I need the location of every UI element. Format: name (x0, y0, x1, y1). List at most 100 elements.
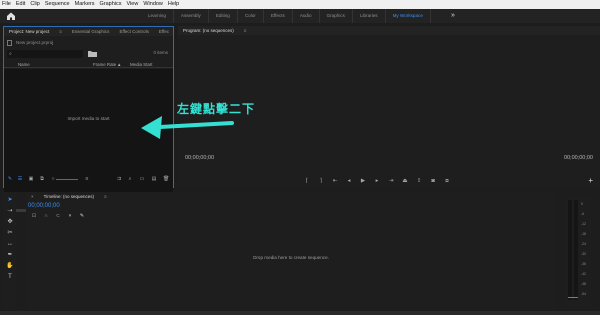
find-icon[interactable]: ⌕ (127, 177, 133, 182)
workspace-tab-my-workspace[interactable]: My Workspace (386, 9, 431, 23)
meter-tick: 0 (581, 202, 583, 206)
pencil-icon[interactable]: ✎ (7, 177, 13, 182)
mark-out-icon[interactable]: ⌉ (314, 177, 328, 185)
go-to-in-icon[interactable]: ⇤ (328, 177, 342, 185)
automate-to-sequence-icon[interactable]: ⇉ (116, 177, 122, 182)
program-monitor-tabs: Program: (no sequences) ≡ (178, 26, 600, 35)
workspace-tab-editing[interactable]: Editing (209, 9, 238, 23)
razor-tool-icon[interactable]: ✂ (6, 229, 14, 237)
workspace-bar: Learning Assembly Editing Color Effects … (0, 9, 600, 23)
status-bar (0, 311, 600, 315)
export-frame-icon[interactable]: ◙ (426, 177, 440, 185)
tab-project[interactable]: Project: New project (4, 29, 54, 34)
menu-view[interactable]: View (127, 0, 139, 9)
sort-ascending-icon[interactable]: ▲ (117, 61, 121, 68)
project-panel-tabs: Project: New project ≡ Essential Graphic… (4, 27, 182, 36)
trash-icon[interactable]: 🗑 (163, 177, 169, 182)
column-headers: Name Frame Rate ▲ Media Start (4, 61, 173, 68)
panel-menu-icon[interactable]: ≡ (99, 194, 112, 199)
mark-in-icon[interactable]: ⌈ (300, 177, 314, 185)
tab-effects[interactable]: Effec (154, 29, 174, 34)
type-tool-icon[interactable]: T (6, 273, 14, 281)
sort-icon[interactable]: ≡ (84, 177, 90, 182)
linked-selection-icon[interactable]: ⊂ (52, 213, 64, 219)
menu-file[interactable]: File (2, 0, 11, 9)
menu-markers[interactable]: Markers (75, 0, 95, 9)
menu-window[interactable]: Window (143, 0, 163, 9)
icon-view-icon[interactable]: ▣ (28, 177, 34, 182)
workspace-tab-assembly[interactable]: Assembly (174, 9, 209, 23)
double-chevron-right-icon[interactable]: » (448, 11, 458, 21)
freeform-view-icon[interactable]: ⧉ (39, 177, 45, 182)
search-icon: ⌕ (9, 51, 12, 57)
menu-clip[interactable]: Clip (30, 0, 39, 9)
timeline-title[interactable]: Timeline: (no sequences) (39, 194, 99, 199)
column-frame-rate[interactable]: Frame Rate (93, 61, 116, 68)
tab-effect-controls[interactable]: Effect Controls (114, 29, 153, 34)
workspace-tab-color[interactable]: Color (238, 9, 264, 23)
meter-left-channel (568, 200, 572, 300)
go-to-out-icon[interactable]: ⇥ (384, 177, 398, 185)
tools-panel: ➤ ⇢ ✥ ✂ ↔ ✒ ✋ T (3, 192, 16, 310)
transport-controls: ⌈ ⌉ ⇤ ◂ ▶ ▸ ⇥ ⏏ ⇪ ◙ ⧈ (300, 177, 454, 185)
menu-help[interactable]: Help (168, 0, 179, 9)
panel-menu-icon[interactable]: ≡ (239, 28, 252, 33)
snap-icon[interactable]: ∩ (40, 213, 52, 219)
home-icon[interactable] (5, 10, 17, 22)
meter-tick: -24 (581, 242, 586, 246)
new-bin-icon[interactable]: ▭ (139, 177, 145, 182)
add-marker-icon[interactable]: ▾ (64, 213, 76, 219)
workspace-tab-audio[interactable]: Audio (293, 9, 320, 23)
meter-tick: -18 (581, 232, 586, 236)
items-count: 0 items (153, 50, 168, 55)
workspace-tab-effects[interactable]: Effects (264, 9, 293, 23)
step-forward-icon[interactable]: ▸ (370, 177, 384, 185)
project-file-path: New project.prproj (7, 38, 53, 47)
timeline-toolbar: ⊡ ∩ ⊂ ▾ ✎ (28, 213, 88, 219)
meter-tick: -6 (581, 212, 585, 216)
play-icon[interactable]: ▶ (356, 177, 370, 185)
timeline-timecode[interactable]: 00;00;00;00 (28, 203, 60, 209)
meter-tick: -30 (581, 252, 586, 256)
program-monitor-title[interactable]: Program: (no sequences) (178, 28, 239, 33)
meter-tick: -54 (581, 292, 586, 296)
menu-graphics[interactable]: Graphics (100, 0, 122, 9)
track-select-tool-icon[interactable]: ⇢ (6, 207, 14, 215)
search-input[interactable]: ⌕ (7, 50, 83, 58)
nest-icon[interactable]: ⊡ (28, 213, 40, 219)
menu-edit[interactable]: Edit (16, 0, 25, 9)
column-media-start[interactable]: Media Start (130, 61, 152, 68)
project-file-name: New project.prproj (16, 40, 54, 45)
extract-icon[interactable]: ⇪ (412, 177, 426, 185)
ripple-edit-tool-icon[interactable]: ✥ (6, 218, 14, 226)
wrench-icon[interactable]: ✎ (76, 213, 88, 219)
hand-tool-icon[interactable]: ✋ (6, 262, 14, 270)
audio-meter: 0 -6 -12 -18 -24 -30 -36 -42 -48 -54 (565, 198, 591, 306)
meter-right-channel (574, 200, 578, 300)
document-icon (7, 39, 12, 46)
slip-tool-icon[interactable]: ↔ (6, 240, 14, 248)
zoom-slider-track[interactable] (56, 179, 78, 180)
menu-sequence[interactable]: Sequence (45, 0, 70, 9)
workspace-tab-learning[interactable]: Learning (141, 9, 174, 23)
list-view-icon[interactable]: ☰ (17, 177, 23, 182)
workspace-tabs: Learning Assembly Editing Color Effects … (141, 9, 431, 23)
workspace-tab-libraries[interactable]: Libraries (353, 9, 386, 23)
project-panel: Project: New project ≡ Essential Graphic… (3, 26, 182, 212)
column-name[interactable]: Name (18, 61, 30, 68)
workspace-tab-graphics[interactable]: Graphics (320, 9, 353, 23)
add-button[interactable]: + (588, 177, 593, 185)
compare-icon[interactable]: ⧈ (440, 177, 454, 185)
playhead-timecode[interactable]: 00;00;00;00 (185, 155, 214, 161)
new-item-icon[interactable]: ▤ (151, 177, 157, 182)
lift-icon[interactable]: ⏏ (398, 177, 412, 185)
timeline-panel: × Timeline: (no sequences) ≡ 00;00;00;00… (26, 192, 556, 310)
close-icon[interactable]: × (26, 194, 39, 199)
step-back-icon[interactable]: ◂ (342, 177, 356, 185)
new-bin-icon[interactable] (88, 50, 97, 57)
pen-tool-icon[interactable]: ✒ (6, 251, 14, 259)
meter-tick: -12 (581, 222, 586, 226)
selection-tool-icon[interactable]: ➤ (6, 196, 14, 204)
panel-menu-icon[interactable]: ≡ (54, 29, 67, 34)
tab-essential-graphics[interactable]: Essential Graphics (67, 29, 115, 34)
